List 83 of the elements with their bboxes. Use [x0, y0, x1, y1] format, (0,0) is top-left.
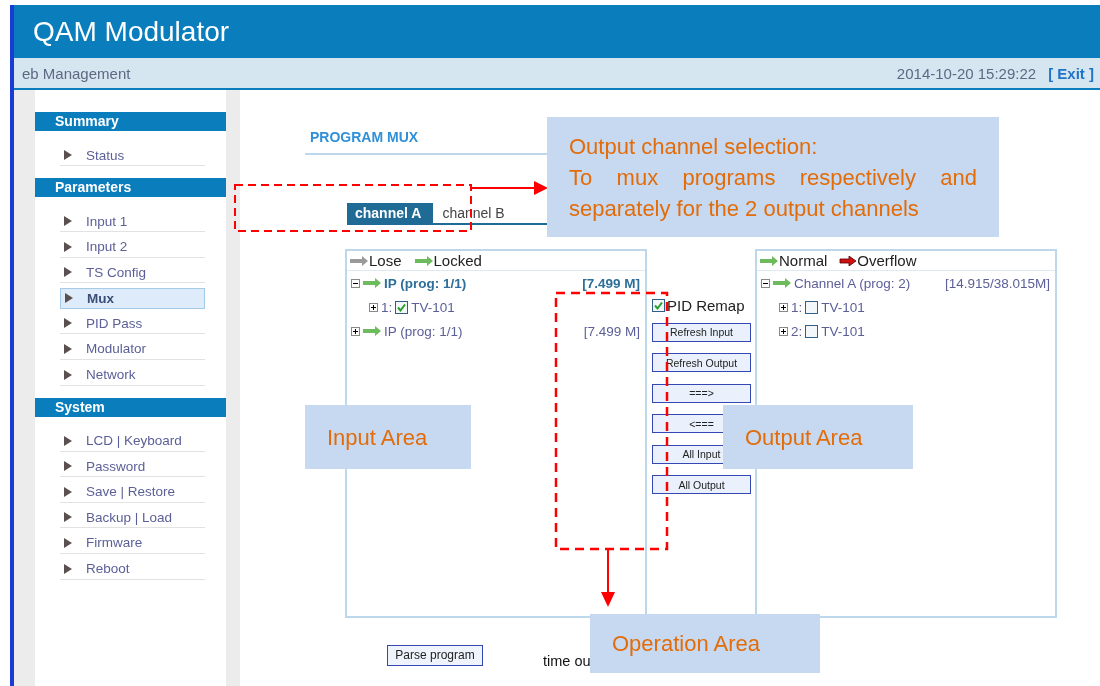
arrow-icon — [362, 278, 382, 288]
expand-icon[interactable] — [369, 302, 378, 312]
operation-button[interactable]: All Output — [652, 475, 751, 494]
sidebar-item[interactable]: Backup | Load — [60, 507, 205, 529]
collapse-icon[interactable] — [761, 278, 770, 288]
checkbox[interactable] — [805, 324, 819, 338]
expand-icon[interactable] — [351, 326, 360, 336]
arrow-icon — [772, 278, 792, 288]
legend-label: Lose — [369, 252, 402, 269]
collapse-icon[interactable] — [351, 278, 360, 288]
sidebar-item[interactable]: Reboot — [60, 558, 205, 580]
program-name: TV-101 — [821, 299, 865, 315]
arrow-icon — [349, 255, 369, 266]
status-text: time ou — [543, 653, 591, 669]
section-header: Summary — [35, 112, 226, 131]
legend-label: Normal — [779, 252, 828, 269]
legend-label: Locked — [433, 252, 482, 269]
expand-icon[interactable] — [779, 302, 788, 312]
tree-node[interactable]: IP (prog: 1/1) [7.499 M] — [347, 319, 645, 343]
section-header: Parameters — [35, 178, 226, 197]
arrow-icon — [759, 255, 779, 266]
arrow-icon — [362, 326, 382, 336]
tree-node[interactable]: Channel A (prog: 2) [14.915/38.015M] — [757, 271, 1055, 295]
triangle-icon — [65, 293, 73, 304]
sidebar-item[interactable]: Password — [60, 456, 205, 478]
sidebar-item[interactable]: Save | Restore — [60, 481, 205, 503]
sidebar-item[interactable]: PID Pass — [60, 313, 205, 335]
triangle-icon — [64, 343, 72, 354]
bitrate-text: [7.499 M] — [582, 275, 640, 291]
program-index: 1: — [381, 299, 393, 315]
callout-title: Output channel selection: — [569, 132, 819, 161]
tab[interactable]: channel A — [347, 203, 434, 223]
triangle-icon — [64, 461, 72, 472]
app-title: QAM Modulator — [33, 15, 230, 48]
sidebar-item[interactable]: Modulator — [60, 338, 205, 360]
sidebar-item[interactable]: Input 1 — [60, 211, 205, 232]
exit-link[interactable]: [ Exit ] — [1048, 64, 1094, 82]
triangle-icon — [64, 267, 72, 278]
triangle-icon — [64, 512, 72, 523]
node-label: Channel A (prog: 2) — [794, 275, 911, 291]
arrow-icon — [839, 255, 858, 266]
tree-node[interactable]: IP (prog: 1/1) [7.499 M] — [347, 271, 645, 295]
legend-label: Overflow — [857, 252, 917, 269]
subtitle: eb Management — [22, 64, 131, 82]
checkbox[interactable] — [652, 299, 665, 312]
checkbox[interactable] — [805, 300, 819, 314]
sidebar-item[interactable]: LCD | Keyboard — [60, 430, 205, 452]
sidebar-item[interactable]: Firmware — [60, 532, 205, 554]
program-index: 1: — [791, 299, 803, 315]
program-name: TV-101 — [821, 323, 865, 339]
triangle-icon — [64, 318, 72, 329]
arrow — [601, 548, 615, 607]
triangle-icon — [64, 486, 72, 497]
section-header: System — [35, 397, 226, 417]
node-label: IP (prog: 1/1) — [384, 323, 463, 339]
triangle-icon — [64, 369, 72, 380]
bitrate-text: [7.499 M] — [583, 323, 640, 339]
triangle-icon — [64, 563, 72, 574]
operation-button[interactable]: Refresh Input — [652, 322, 751, 342]
program-name: TV-101 — [411, 299, 455, 315]
callout-title: Input Area — [327, 423, 429, 452]
date-time: 2014-10-20 15:29:22 — [896, 64, 1037, 82]
triangle-icon — [64, 150, 72, 160]
program-index: 2: — [791, 323, 803, 339]
triangle-icon — [64, 241, 72, 252]
bitrate-text: [14.915/38.015M] — [944, 275, 1050, 291]
sidebar-item[interactable]: Network — [60, 364, 205, 386]
node-label: IP (prog: 1/1) — [384, 275, 467, 291]
arrow-icon — [413, 255, 434, 266]
triangle-icon — [64, 435, 72, 446]
callout-text: To mux programs respectively and separately for the 2 output channels — [569, 163, 977, 223]
callout-title: Operation Area — [612, 630, 761, 658]
triangle-icon — [64, 537, 72, 548]
parse-program-button[interactable]: Parse program — [387, 644, 483, 666]
operation-button[interactable]: ===> — [652, 383, 751, 403]
triangle-icon — [64, 216, 72, 226]
checkbox[interactable] — [395, 300, 409, 314]
checkbox-label: PID Remap — [667, 297, 745, 314]
sidebar-item[interactable]: Status — [60, 145, 205, 166]
sidebar-item[interactable]: TS Config — [60, 262, 205, 284]
sidebar-item[interactable]: Mux — [60, 287, 205, 309]
sidebar-item[interactable]: Input 2 — [60, 236, 205, 258]
expand-icon[interactable] — [779, 326, 788, 336]
